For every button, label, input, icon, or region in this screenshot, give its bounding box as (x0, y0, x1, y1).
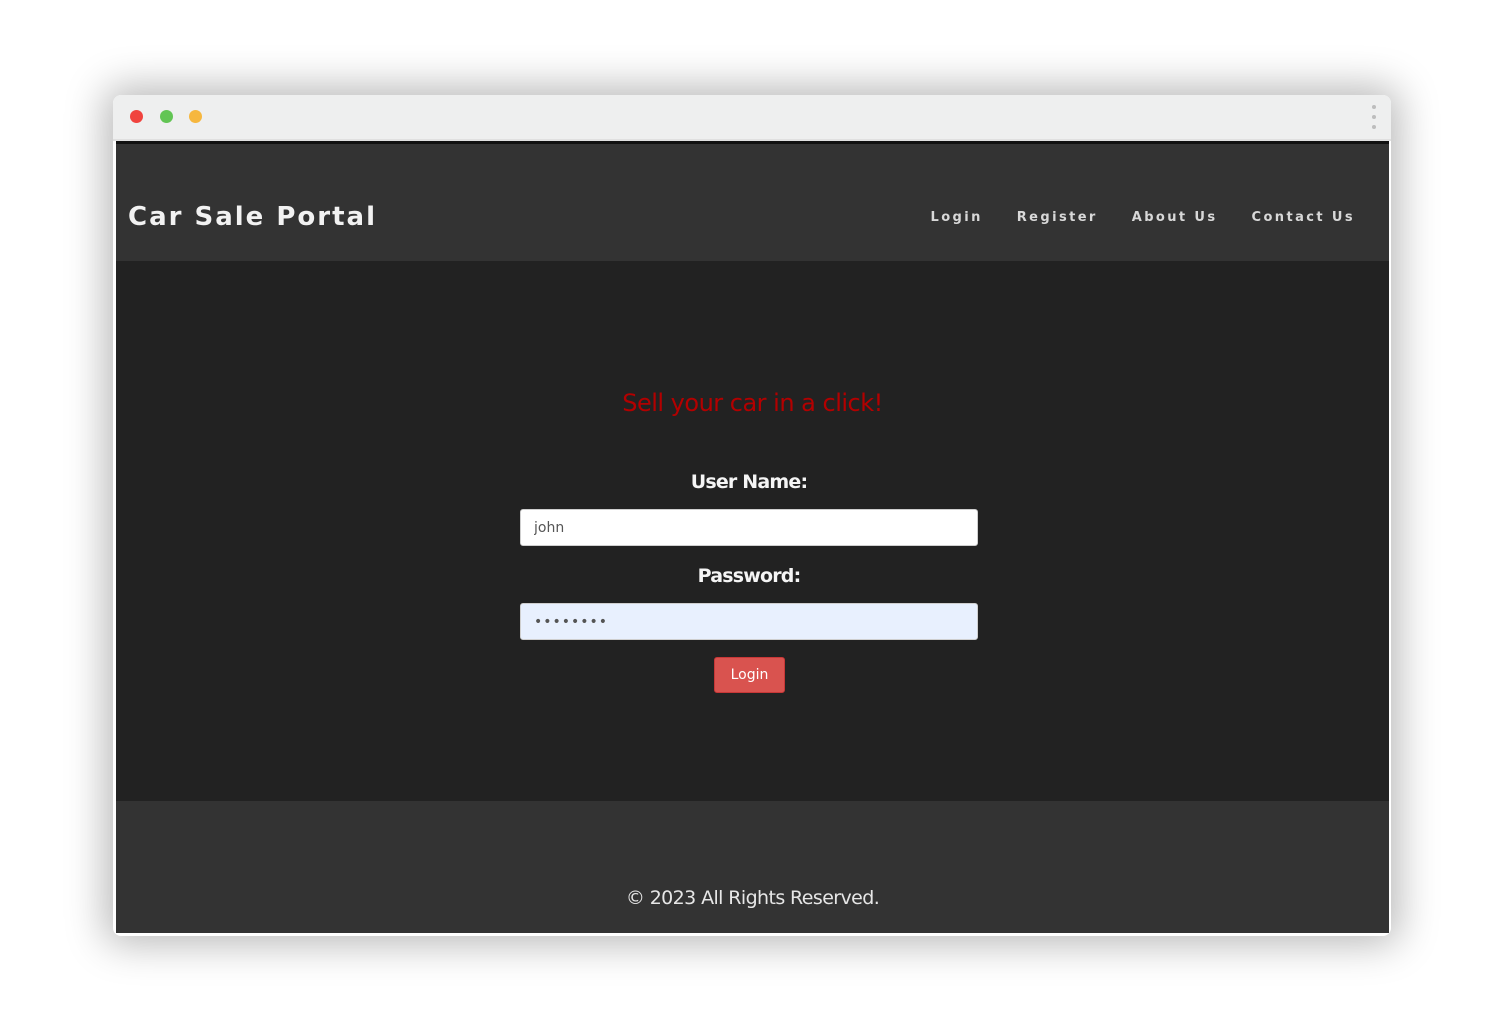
browser-window: Car Sale Portal Login Register About Us … (113, 95, 1391, 936)
copyright-text: © 2023 All Rights Reserved. (625, 887, 880, 909)
site-brand-title[interactable]: Car Sale Portal (128, 202, 377, 232)
close-window-button[interactable] (130, 110, 143, 123)
login-button[interactable]: Login (714, 657, 785, 693)
nav-link-contact-us[interactable]: Contact Us (1252, 210, 1355, 225)
minimize-window-button[interactable] (189, 110, 202, 123)
main-nav: Login Register About Us Contact Us (931, 210, 1355, 225)
browser-title-bar (113, 95, 1391, 141)
password-input[interactable] (520, 603, 978, 640)
site-footer: © 2023 All Rights Reserved. (116, 801, 1389, 933)
maximize-window-button[interactable] (160, 110, 173, 123)
nav-link-register[interactable]: Register (1017, 210, 1098, 225)
nav-link-login[interactable]: Login (931, 210, 983, 225)
username-label: User Name: (690, 471, 808, 493)
main-content: Sell your car in a click! User Name: Pas… (116, 261, 1389, 801)
password-label: Password: (697, 565, 802, 587)
page-viewport: Car Sale Portal Login Register About Us … (116, 141, 1389, 933)
site-header: Car Sale Portal Login Register About Us … (116, 144, 1389, 261)
nav-link-about-us[interactable]: About Us (1132, 210, 1218, 225)
username-input[interactable] (520, 509, 978, 546)
kebab-menu-icon[interactable] (1371, 105, 1377, 129)
hero-tagline: Sell your car in a click! (622, 389, 883, 417)
